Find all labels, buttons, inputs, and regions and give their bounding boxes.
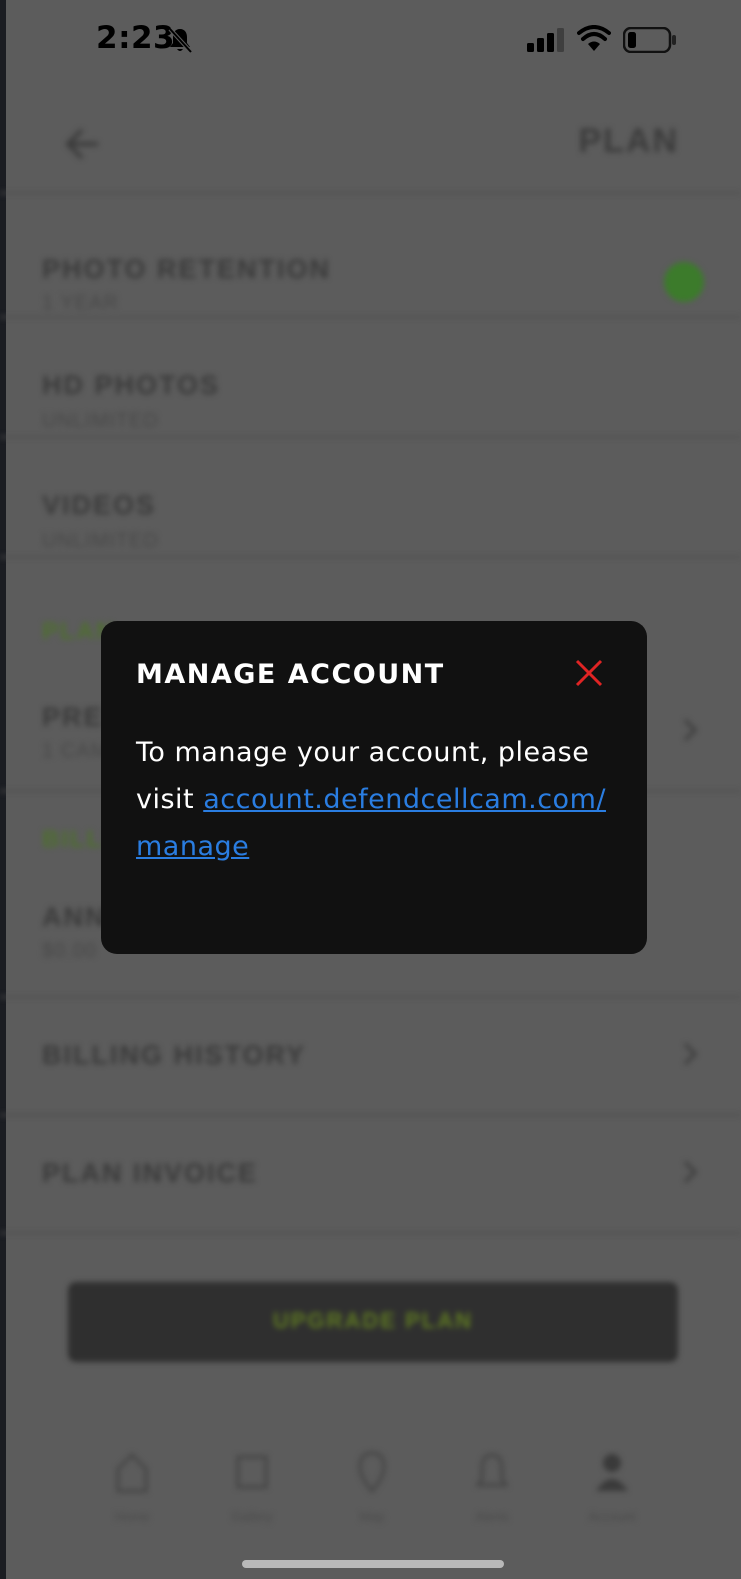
upgrade-plan-label: UPGRADE PLAN	[272, 1308, 473, 1333]
manage-account-dialog: MANAGE ACCOUNT To manage your account, p…	[101, 621, 647, 954]
row-subtitle: $0.00	[42, 940, 98, 962]
gallery-icon	[236, 1455, 268, 1489]
page-title: PLAN	[578, 122, 679, 160]
tab-label: Gallery	[231, 1509, 273, 1524]
bell-muted-icon	[168, 27, 193, 54]
tab-home[interactable]: Home	[72, 1449, 192, 1539]
tab-alerts[interactable]: Alerts	[432, 1449, 552, 1539]
back-arrow-icon[interactable]	[62, 126, 102, 162]
bottom-tab-bar: Home Gallery Map Alerts Account	[0, 1427, 741, 1579]
list-item-hd-photos: HD PHOTOS UNLIMITED	[0, 318, 741, 438]
tab-label: Alerts	[475, 1509, 509, 1524]
list-item-videos: VIDEOS UNLIMITED	[0, 438, 741, 558]
list-item-plan-invoice[interactable]: PLAN INVOICE	[0, 1116, 741, 1234]
row-subtitle: UNLIMITED	[42, 530, 159, 552]
dialog-message: To manage your account, please visit acc…	[136, 729, 606, 870]
row-title: PLAN INVOICE	[42, 1158, 259, 1188]
status-bar: 2:23	[0, 0, 741, 82]
tab-label: Account	[588, 1509, 636, 1524]
status-time: 2:23	[96, 20, 176, 56]
tab-label: Home	[114, 1509, 150, 1524]
tab-gallery[interactable]: Gallery	[192, 1449, 312, 1539]
wifi-icon	[577, 25, 611, 51]
row-subtitle: UNLIMITED	[42, 410, 159, 432]
signal-icon	[527, 28, 564, 52]
row-title: HD PHOTOS	[42, 370, 221, 400]
tab-account[interactable]: Account	[552, 1449, 672, 1539]
map-icon	[358, 1451, 386, 1494]
chevron-right-icon	[683, 1160, 698, 1184]
chevron-right-icon	[683, 718, 698, 742]
row-title: PHOTO RETENTION	[42, 254, 332, 284]
tab-map[interactable]: Map	[312, 1449, 432, 1539]
manage-account-link[interactable]: account.defendcellcam.com/manage	[136, 784, 606, 862]
chevron-right-icon	[683, 1042, 698, 1066]
person-icon	[596, 1454, 628, 1491]
list-item-photo-retention: PHOTO RETENTION 1 YEAR	[0, 210, 741, 318]
home-indicator[interactable]	[242, 1560, 504, 1568]
row-title: VIDEOS	[42, 490, 157, 520]
list-item-billing-history[interactable]: BILLING HISTORY	[0, 998, 741, 1116]
row-subtitle: 1 YEAR	[42, 292, 119, 314]
app-screen: 2:23 PLAN PHOTO RETENTION 1 YEAR HD PHOT…	[0, 0, 741, 1579]
battery-icon	[623, 27, 676, 53]
tab-label: Map	[359, 1509, 385, 1524]
close-icon[interactable]	[575, 659, 603, 687]
bell-icon	[475, 1453, 509, 1487]
header: PLAN	[0, 82, 741, 194]
home-icon	[116, 1452, 148, 1493]
upgrade-plan-button[interactable]: UPGRADE PLAN	[68, 1282, 678, 1362]
row-title: BILLING HISTORY	[42, 1040, 307, 1070]
status-dot	[664, 262, 704, 302]
dialog-title: MANAGE ACCOUNT	[136, 659, 445, 690]
